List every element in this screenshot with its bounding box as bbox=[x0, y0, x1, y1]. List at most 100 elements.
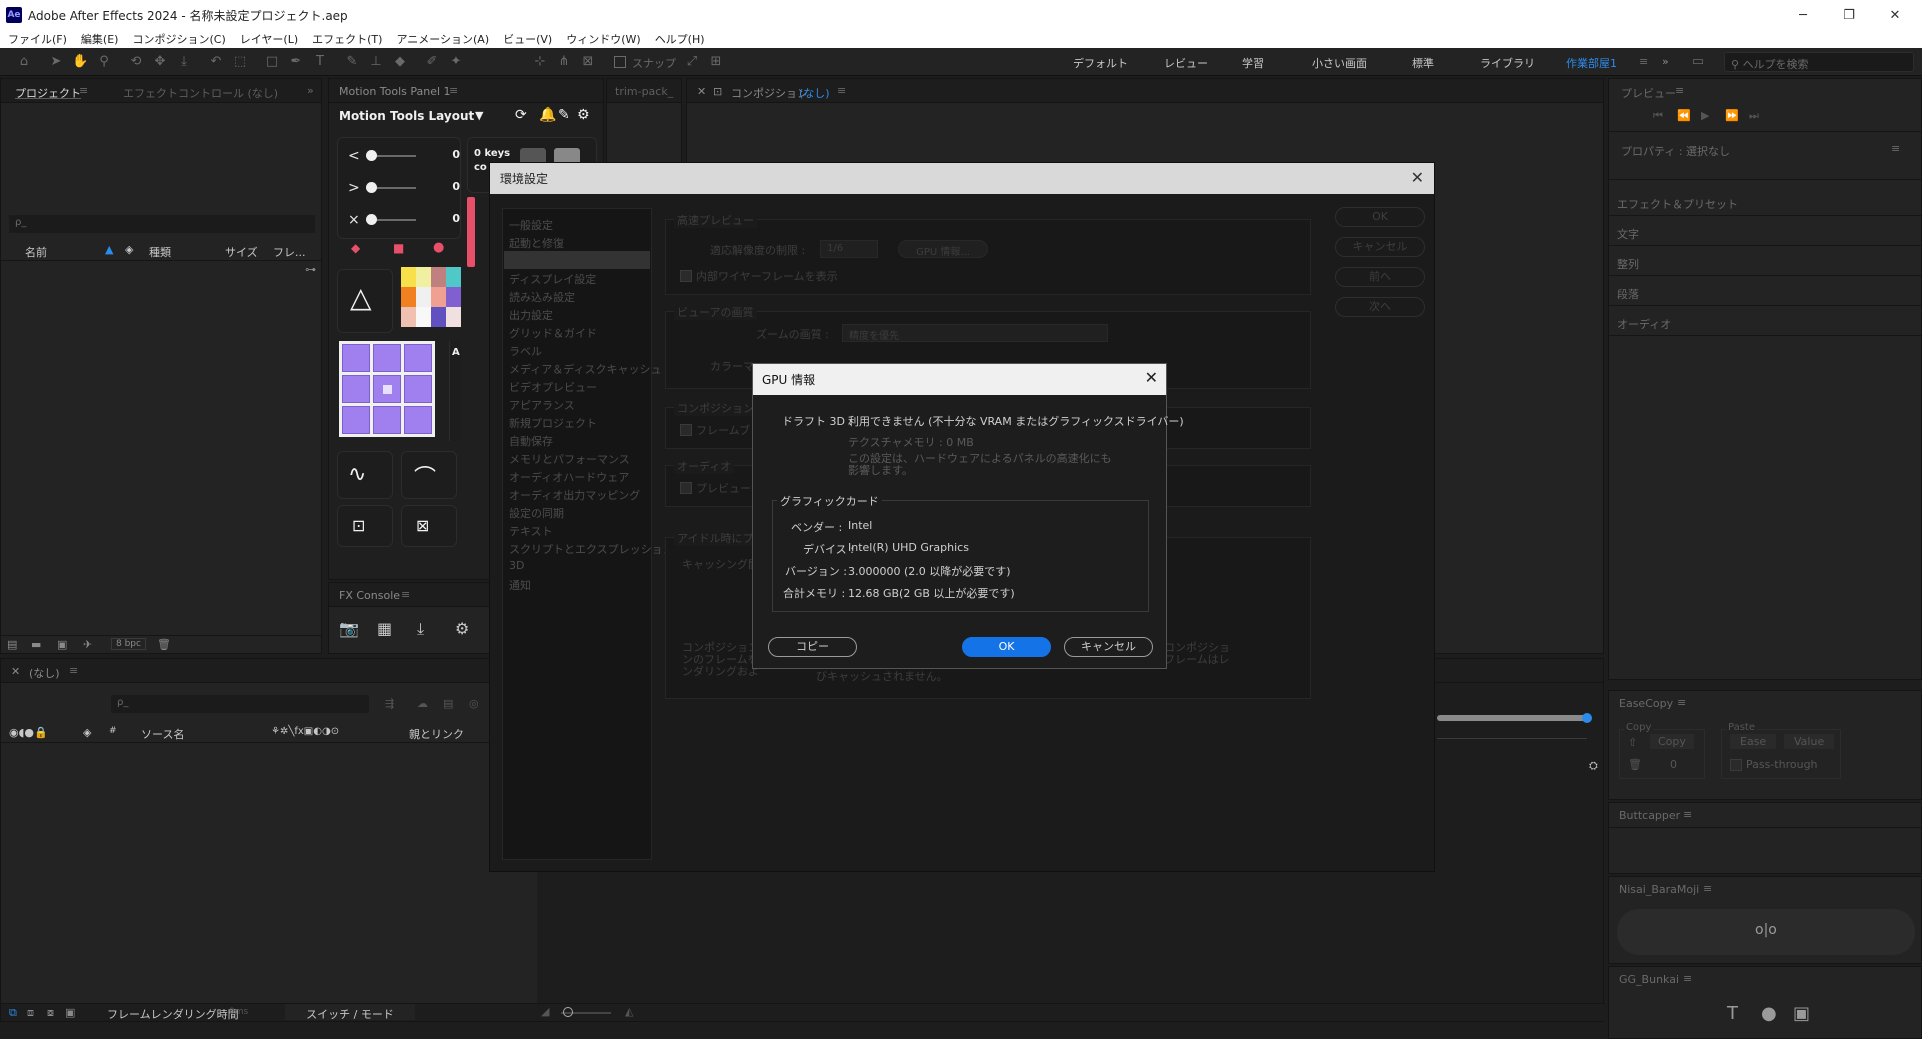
buttcapper-menu-icon[interactable]: ≡ bbox=[1683, 808, 1692, 821]
camera-icon[interactable]: 📷 bbox=[339, 619, 359, 638]
anchor-cell[interactable] bbox=[373, 406, 401, 434]
gpu-ok-button[interactable]: OK bbox=[962, 637, 1051, 657]
toggle-switch-icon[interactable]: ⧈ bbox=[27, 1006, 34, 1020]
workspace-default[interactable]: デフォルト bbox=[1073, 55, 1128, 71]
grid-icon[interactable]: ▦ bbox=[377, 619, 392, 638]
toggle-graph-icon[interactable]: ▣ bbox=[65, 1006, 75, 1019]
close-window-button[interactable]: ✕ bbox=[1872, 0, 1918, 30]
workspace-menu-icon[interactable]: ≡ bbox=[1639, 55, 1648, 68]
menu-composition[interactable]: コンポジション(C) bbox=[132, 31, 225, 47]
palette-swatch[interactable] bbox=[416, 307, 431, 327]
adaptive-resolution-select[interactable]: 1/6 bbox=[820, 240, 878, 258]
anchor-cell[interactable] bbox=[373, 375, 401, 403]
last-frame-icon[interactable]: ⏭ bbox=[1749, 109, 1759, 123]
toggle-transfer-icon[interactable]: ⧇ bbox=[47, 1006, 54, 1020]
download-icon[interactable]: ⤓ bbox=[417, 619, 424, 639]
workspace-review[interactable]: レビュー bbox=[1164, 55, 1208, 71]
av-features-icons[interactable]: ◉◖●🔒 bbox=[9, 726, 48, 739]
paste-value-button[interactable]: Value bbox=[1784, 734, 1835, 749]
maximize-button[interactable]: ❐ bbox=[1826, 0, 1872, 30]
prefs-ok-button[interactable]: OK bbox=[1335, 207, 1425, 227]
source-name-header[interactable]: ソース名 bbox=[141, 726, 184, 742]
align-triangle-button[interactable]: △ bbox=[337, 269, 393, 333]
audio-item[interactable]: オーディオ bbox=[1617, 316, 1671, 332]
prefs-category-item[interactable]: オーディオハードウェア bbox=[509, 469, 629, 485]
zoom-quality-select[interactable]: 精度を優先 bbox=[842, 324, 1108, 342]
properties-menu-icon[interactable]: ≡ bbox=[1891, 142, 1900, 155]
rectangle-tool-icon[interactable]: □ bbox=[264, 54, 280, 70]
paste-ease-button[interactable]: Ease bbox=[1730, 734, 1777, 749]
refresh-icon[interactable]: ⟳ bbox=[515, 107, 527, 123]
tab-easecopy[interactable]: EaseCopy bbox=[1619, 697, 1673, 710]
prefs-category-item[interactable]: 自動保存 bbox=[509, 433, 553, 449]
palette-swatch[interactable] bbox=[401, 267, 416, 287]
new-composition-icon[interactable]: ▣ bbox=[57, 638, 67, 651]
prefs-category-item[interactable]: 設定の同期 bbox=[509, 505, 564, 521]
palette-swatch[interactable] bbox=[431, 307, 446, 327]
anchor-cell[interactable] bbox=[373, 344, 401, 372]
prefs-previous-button[interactable]: 前へ bbox=[1335, 267, 1425, 287]
keyframe-circle-icon[interactable]: ● bbox=[433, 240, 444, 255]
anchor-cell[interactable] bbox=[404, 344, 432, 372]
project-menu-icon[interactable]: ≡ bbox=[79, 84, 88, 97]
slider-knob[interactable] bbox=[366, 150, 377, 161]
image-split-icon[interactable]: ▣ bbox=[1793, 1003, 1810, 1024]
parent-link-header[interactable]: 親とリンク bbox=[409, 726, 464, 742]
palette-swatch[interactable] bbox=[446, 267, 461, 287]
prefs-category-item[interactable]: 通知 bbox=[509, 577, 531, 593]
palette-swatch[interactable] bbox=[401, 307, 416, 327]
anchor-cell[interactable] bbox=[342, 375, 370, 403]
dolly-tool-icon[interactable]: ⤓ bbox=[176, 54, 192, 70]
prefs-category-item[interactable]: ディスプレイ設定 bbox=[509, 271, 596, 287]
palette-swatch[interactable] bbox=[416, 267, 431, 287]
minimize-button[interactable]: ─ bbox=[1780, 0, 1826, 30]
axis-view-icon[interactable]: ⊠ bbox=[580, 54, 596, 70]
bpc-indicator[interactable]: 8 bpc bbox=[111, 638, 146, 650]
composition-name[interactable]: (なし) bbox=[799, 85, 830, 101]
workspace-learn[interactable]: 学習 bbox=[1242, 55, 1264, 71]
composition-menu-icon[interactable]: ≡ bbox=[837, 84, 846, 97]
next-frame-icon[interactable]: ⏩ bbox=[1725, 109, 1739, 122]
prefs-category-item[interactable]: 起動と修復 bbox=[509, 235, 564, 251]
pass-through-checkbox[interactable] bbox=[1730, 759, 1742, 771]
prefs-category-item[interactable]: 出力設定 bbox=[509, 307, 553, 323]
tab-trim-pack[interactable]: trim-pack_ bbox=[615, 85, 673, 98]
prefs-cancel-button[interactable]: キャンセル bbox=[1335, 237, 1425, 257]
preferences-close-icon[interactable]: ✕ bbox=[1411, 168, 1424, 187]
tab-effect-controls[interactable]: エフェクトコントロール (なし) bbox=[123, 85, 278, 101]
zoom-slider-knob[interactable] bbox=[563, 1007, 573, 1017]
gg-bunkai-menu-icon[interactable]: ≡ bbox=[1683, 972, 1692, 985]
color-palette[interactable] bbox=[401, 267, 461, 327]
effects-presets-item[interactable]: エフェクト＆プリセット bbox=[1617, 196, 1738, 212]
menu-help[interactable]: ヘルプ(H) bbox=[655, 31, 705, 47]
rotate-tool-icon[interactable]: ↶ bbox=[208, 54, 224, 70]
shape-split-icon[interactable]: ● bbox=[1761, 1003, 1777, 1024]
workspace-small-screen[interactable]: 小さい画面 bbox=[1312, 55, 1367, 71]
distribute-button[interactable]: ⊡ bbox=[337, 505, 393, 547]
prefs-category-item[interactable]: アピアランス bbox=[509, 397, 575, 413]
audio-preview-checkbox[interactable] bbox=[680, 482, 692, 494]
snap-checkbox[interactable] bbox=[614, 56, 626, 68]
snap-option-icon[interactable]: ⤢ bbox=[684, 54, 700, 70]
prefs-category-item[interactable]: 一般設定 bbox=[509, 217, 553, 233]
interpret-footage-icon[interactable]: ▤ bbox=[7, 638, 17, 651]
anchor-tool-icon[interactable]: ⬚ bbox=[232, 54, 248, 70]
keyframe-square-icon[interactable]: ■ bbox=[393, 241, 404, 255]
switches-icons[interactable]: ⚘✲╲fx▣◐◑⊙ bbox=[271, 726, 339, 737]
slider-knob[interactable] bbox=[366, 214, 377, 225]
pan-tool-icon[interactable]: ✥ bbox=[152, 54, 168, 70]
chevron-down-icon[interactable]: ▼ bbox=[475, 109, 483, 122]
col-frame[interactable]: フレ... bbox=[273, 244, 306, 260]
close-tab-icon[interactable]: ✕ bbox=[697, 85, 706, 98]
time-ruler[interactable] bbox=[1437, 727, 1587, 739]
menu-window[interactable]: ウィンドウ(W) bbox=[566, 31, 640, 47]
slider-row-ease-both[interactable]: × 0 bbox=[346, 210, 460, 230]
character-item[interactable]: 文字 bbox=[1617, 226, 1639, 242]
hand-tool-icon[interactable]: ✋ bbox=[72, 54, 88, 70]
sequence-button[interactable]: ⊠ bbox=[401, 505, 457, 547]
preview-menu-icon[interactable]: ≡ bbox=[1675, 84, 1684, 97]
prefs-category-item[interactable]: ビデオプレビュー bbox=[509, 379, 597, 395]
palette-swatch[interactable] bbox=[446, 287, 461, 307]
pencil-icon[interactable]: ✎ bbox=[558, 107, 570, 123]
label-tag-icon[interactable]: ◈ bbox=[125, 243, 133, 256]
